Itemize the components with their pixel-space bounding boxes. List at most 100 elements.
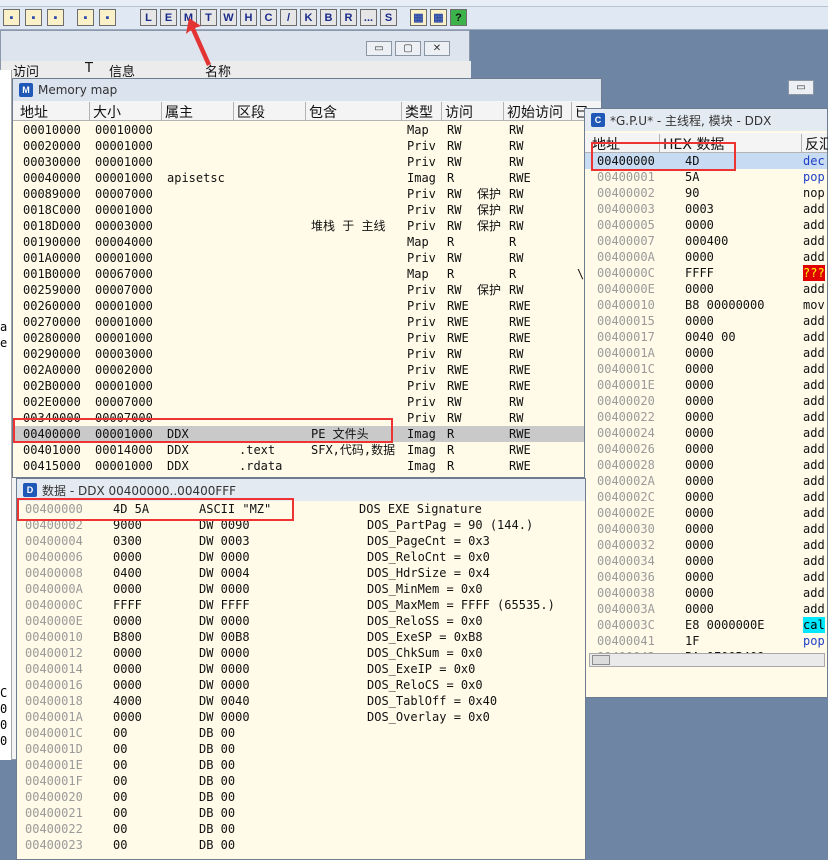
gpu-row[interactable]: 00400002 90 nop: [585, 185, 827, 201]
gpu-row[interactable]: 0040001C 0000 add: [585, 361, 827, 377]
toolbar-button-7[interactable]: /: [280, 9, 297, 26]
gpu-column-disasm[interactable]: 反汇: [801, 134, 828, 153]
gpu-row[interactable]: 0040002E 0000 add: [585, 505, 827, 521]
dump-row[interactable]: 00400023 00 DB 00: [17, 837, 585, 853]
gpu-row[interactable]: 0040001A 0000 add: [585, 345, 827, 361]
toolbar-button-9[interactable]: B: [320, 9, 337, 26]
memory-map-column-init[interactable]: 初始访问: [503, 102, 571, 121]
memory-map-row[interactable]: 00010000 00010000 Map RW RW: [13, 122, 601, 138]
memory-map-row[interactable]: 00290000 00003000 Priv RW RW: [13, 346, 601, 362]
memory-map-column-owner[interactable]: 属主: [161, 102, 233, 121]
gpu-row[interactable]: 00400017 0040 00 add: [585, 329, 827, 345]
memory-map-row[interactable]: 002A0000 00002000 Priv RWE RWE: [13, 362, 601, 378]
gpu-row[interactable]: 0040003A 0000 add: [585, 601, 827, 617]
dump-row[interactable]: 00400018 4000 DW 0040 DOS_TablOff = 0x40: [17, 693, 585, 709]
grid-icon[interactable]: ▦: [430, 9, 447, 26]
dump-row[interactable]: 00400006 0000 DW 0000 DOS_ReloCnt = 0x0: [17, 549, 585, 565]
memory-map-row[interactable]: 00270000 00001000 Priv RWE RWE: [13, 314, 601, 330]
toolbar-button-6[interactable]: C: [260, 9, 277, 26]
help-icon[interactable]: ?: [450, 9, 467, 26]
toolbar-split-icon[interactable]: ▪: [25, 9, 42, 26]
gpu-row[interactable]: 00400003 0003 add: [585, 201, 827, 217]
dump-row[interactable]: 00400010 B800 DW 00B8 DOS_ExeSP = 0xB8: [17, 629, 585, 645]
memory-map-row[interactable]: 00260000 00001000 Priv RWE RWE: [13, 298, 601, 314]
toolbar-open-icon[interactable]: ▪: [3, 9, 20, 26]
memory-map-column-size[interactable]: 大小: [89, 102, 161, 121]
memory-map-row[interactable]: 002B0000 00001000 Priv RWE RWE: [13, 378, 601, 394]
gpu-row[interactable]: 00400032 0000 add: [585, 537, 827, 553]
toolbar-button-4[interactable]: W: [220, 9, 237, 26]
memory-map-row[interactable]: 0018D000 00003000 堆栈 于 主线 Priv RW RW 保护: [13, 218, 601, 234]
gpu-row[interactable]: 0040001E 0000 add: [585, 377, 827, 393]
toolbar-button-10[interactable]: R: [340, 9, 357, 26]
gpu-row[interactable]: 00400007 000400 add: [585, 233, 827, 249]
close-button[interactable]: ✕: [424, 41, 450, 56]
toolbar-run-icon[interactable]: ▪: [99, 9, 116, 26]
toolbar-columns-icon[interactable]: ▪: [47, 9, 64, 26]
gpu-row[interactable]: 0040002C 0000 add: [585, 489, 827, 505]
memory-map-row[interactable]: 00280000 00001000 Priv RWE RWE: [13, 330, 601, 346]
gpu-row[interactable]: 00400010 B8 00000000 mov: [585, 297, 827, 313]
memory-map-row[interactable]: 00040000 00001000 apisetsc Imag R RWE: [13, 170, 601, 186]
dump-row[interactable]: 00400022 00 DB 00: [17, 821, 585, 837]
dump-row[interactable]: 0040001D 00 DB 00: [17, 741, 585, 757]
gpu-row[interactable]: 00400024 0000 add: [585, 425, 827, 441]
memory-map-row[interactable]: 002E0000 00007000 Priv RW RW: [13, 394, 601, 410]
scrollbar-thumb[interactable]: [592, 655, 610, 665]
memory-map-row[interactable]: 00415000 00001000 DDX .rdata Imag R RWE: [13, 458, 601, 474]
gpu-row[interactable]: 00400041 1F pop: [585, 633, 827, 649]
gpu-row[interactable]: 0040002A 0000 add: [585, 473, 827, 489]
gpu-row[interactable]: 0040000A 0000 add: [585, 249, 827, 265]
toolbar-button-5[interactable]: H: [240, 9, 257, 26]
memory-map-row[interactable]: 00190000 00004000 Map R R: [13, 234, 601, 250]
gpu-row[interactable]: 00400026 0000 add: [585, 441, 827, 457]
memory-map-row[interactable]: 00401000 00014000 DDX .text SFX,代码,数据 Imag R RW…: [13, 442, 601, 458]
dump-row[interactable]: 00400020 00 DB 00: [17, 789, 585, 805]
dump-row[interactable]: 00400008 0400 DW 0004 DOS_HdrSize = 0x4: [17, 565, 585, 581]
gpu-row[interactable]: 0040000C FFFF???: [585, 265, 827, 281]
gpu-row[interactable]: 00400034 0000 add: [585, 553, 827, 569]
memory-map-row[interactable]: 001B000000067000MapRR\D: [13, 266, 601, 282]
column-t[interactable]: T: [85, 61, 93, 76]
gpu-row[interactable]: 00400028 0000 add: [585, 457, 827, 473]
memory-map-column-contains[interactable]: 包含: [305, 102, 401, 121]
memory-map-column-access[interactable]: 访问: [441, 102, 503, 121]
toolbar-button-8[interactable]: K: [300, 9, 317, 26]
gpu-row[interactable]: 0040000E 0000 add: [585, 281, 827, 297]
list-icon[interactable]: ▦: [410, 9, 427, 26]
memory-map-row[interactable]: 00030000 00001000 Priv RW RW: [13, 154, 601, 170]
gpu-row[interactable]: 0040003C E8 0000000E cal: [585, 617, 827, 633]
memory-map-row[interactable]: 00020000 00001000 Priv RW RW: [13, 138, 601, 154]
minimize-button[interactable]: ▭: [788, 80, 814, 95]
gpu-horizontal-scrollbar[interactable]: [589, 653, 825, 667]
toolbar-button-11[interactable]: ...: [360, 9, 377, 26]
toolbar-button-1[interactable]: E: [160, 9, 177, 26]
gpu-row[interactable]: 00400036 0000 add: [585, 569, 827, 585]
toolbar-button-12[interactable]: S: [380, 9, 397, 26]
dump-row[interactable]: 0040001C 00 DB 00: [17, 725, 585, 741]
gpu-row[interactable]: 00400038 0000 add: [585, 585, 827, 601]
dump-row[interactable]: 0040001A 0000 DW 0000 DOS_Overlay = 0x0: [17, 709, 585, 725]
gpu-row[interactable]: 00400030 0000 add: [585, 521, 827, 537]
toolbar-button-0[interactable]: L: [140, 9, 157, 26]
maximize-button[interactable]: ▢: [395, 41, 421, 56]
memory-map-titlebar[interactable]: M Memory map: [13, 79, 601, 101]
memory-map-column-type[interactable]: 类型: [401, 102, 441, 121]
dump-row[interactable]: 0040000E 0000 DW 0000 DOS_ReloSS = 0x0: [17, 613, 585, 629]
gpu-row[interactable]: 00400022 0000 add: [585, 409, 827, 425]
memory-map-row[interactable]: 001A0000 00001000 Priv RW RW: [13, 250, 601, 266]
memory-map-row[interactable]: 0018C000 00001000 Priv RW RW 保护: [13, 202, 601, 218]
dump-row[interactable]: 0040001F 00 DB 00: [17, 773, 585, 789]
minimize-button[interactable]: ▭: [366, 41, 392, 56]
gpu-titlebar[interactable]: C *G.P.U* - 主线程, 模块 - DDX: [585, 109, 827, 131]
dump-row[interactable]: 00400004 0300 DW 0003 DOS_PageCnt = 0x3: [17, 533, 585, 549]
dump-row[interactable]: 00400014 0000 DW 0000 DOS_ExeIP = 0x0: [17, 661, 585, 677]
dump-row[interactable]: 00400016 0000 DW 0000 DOS_ReloCS = 0x0: [17, 677, 585, 693]
gpu-row[interactable]: 00400005 0000 add: [585, 217, 827, 233]
dump-row[interactable]: 00400012 0000 DW 0000 DOS_ChkSum = 0x0: [17, 645, 585, 661]
gpu-row[interactable]: 00400015 0000 add: [585, 313, 827, 329]
gpu-row[interactable]: 00400001 5A pop: [585, 169, 827, 185]
memory-map-column-addr[interactable]: 地址: [17, 102, 89, 121]
gpu-row[interactable]: 00400020 0000 add: [585, 393, 827, 409]
dump-row[interactable]: 0040000A 0000 DW 0000 DOS_MinMem = 0x0: [17, 581, 585, 597]
